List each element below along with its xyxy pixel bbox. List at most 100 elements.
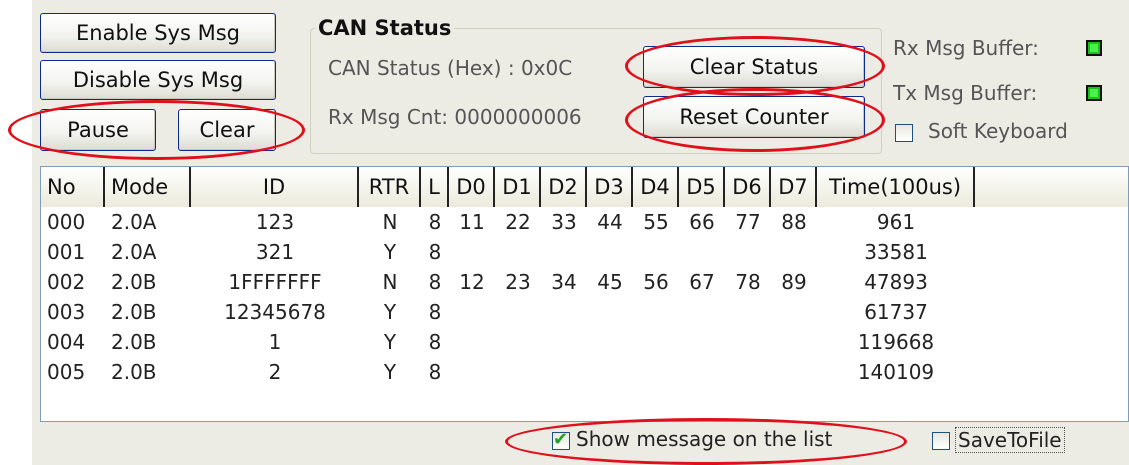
table-cell xyxy=(587,357,633,387)
table-cell xyxy=(771,297,817,327)
table-cell: 004 xyxy=(47,330,86,354)
table-cell xyxy=(541,327,587,357)
rx-buffer-label: Rx Msg Buffer: xyxy=(893,36,1039,60)
table-cell: 8 xyxy=(428,210,442,234)
table-cell: 8 xyxy=(428,360,442,384)
message-list-body: 000 2.0A 123 N 8 11 22 33 44 55 66 77 88 961 001 2.0A 32… xyxy=(41,207,1128,387)
table-cell: 2 xyxy=(268,360,282,384)
column-header-d7[interactable]: D7 xyxy=(771,167,817,207)
column-header-d4[interactable]: D4 xyxy=(633,167,679,207)
table-cell: 89 xyxy=(781,270,807,294)
table-cell xyxy=(725,297,771,327)
table-cell xyxy=(771,357,817,387)
table-cell: 33 xyxy=(551,210,577,234)
table-row[interactable]: 005 2.0B 2 Y 8 140109 xyxy=(41,357,1128,387)
table-cell: 8 xyxy=(428,240,442,264)
table-cell: 2.0B xyxy=(111,330,157,354)
table-cell xyxy=(541,357,587,387)
table-cell: 2.0B xyxy=(111,270,157,294)
message-list[interactable]: No Mode ID RTR L D0 D1 D2 D3 D4 D5 D6 D7 Time(100us) … xyxy=(40,166,1129,422)
column-header-d1[interactable]: D1 xyxy=(495,167,541,207)
column-header-d5[interactable]: D5 xyxy=(679,167,725,207)
table-cell xyxy=(725,327,771,357)
table-cell xyxy=(679,357,725,387)
table-cell: 47893 xyxy=(864,270,928,294)
show-message-label[interactable]: Show message on the list xyxy=(576,427,832,451)
column-header-no[interactable]: No xyxy=(41,167,105,207)
table-cell xyxy=(449,237,495,267)
tx-buffer-label: Tx Msg Buffer: xyxy=(893,81,1038,105)
table-cell: 77 xyxy=(735,210,761,234)
table-cell: 12 xyxy=(459,270,485,294)
table-cell xyxy=(449,297,495,327)
table-cell: 2.0B xyxy=(111,300,157,324)
table-cell: 119668 xyxy=(857,330,935,354)
can-status-hex-text: CAN Status (Hex) : 0x0C xyxy=(328,56,573,80)
table-cell xyxy=(679,237,725,267)
table-row[interactable]: 001 2.0A 321 Y 8 33581 xyxy=(41,237,1128,267)
table-cell: 56 xyxy=(643,270,669,294)
column-header-d2[interactable]: D2 xyxy=(541,167,587,207)
column-header-mode[interactable]: Mode xyxy=(105,167,191,207)
table-row[interactable]: 002 2.0B 1FFFFFFF N 8 12 23 34 45 56 67 78 89 47893 xyxy=(41,267,1128,297)
table-cell: 8 xyxy=(428,330,442,354)
table-cell: N xyxy=(382,210,398,234)
column-header-d0[interactable]: D0 xyxy=(449,167,495,207)
column-header-rtr[interactable]: RTR xyxy=(359,167,421,207)
column-header-l[interactable]: L xyxy=(421,167,449,207)
table-cell: Y xyxy=(383,360,397,384)
table-cell: 55 xyxy=(643,210,669,234)
show-message-checkbox[interactable]: ✔ xyxy=(552,429,570,450)
clear-status-button[interactable]: Clear Status xyxy=(643,46,865,88)
column-header-id[interactable]: ID xyxy=(191,167,359,207)
clear-button[interactable]: Clear xyxy=(178,109,276,151)
table-cell xyxy=(587,237,633,267)
table-cell: 22 xyxy=(505,210,531,234)
disable-sys-msg-button[interactable]: Disable Sys Msg xyxy=(40,60,276,100)
table-cell: 2.0A xyxy=(111,210,157,234)
table-cell xyxy=(771,237,817,267)
pause-button[interactable]: Pause xyxy=(40,109,156,151)
soft-keyboard-checkbox[interactable] xyxy=(895,124,913,142)
table-cell xyxy=(633,297,679,327)
table-cell: 45 xyxy=(597,270,623,294)
table-cell: 11 xyxy=(459,210,485,234)
table-cell: 140109 xyxy=(857,360,935,384)
table-cell: Y xyxy=(383,330,397,354)
table-cell xyxy=(633,357,679,387)
reset-counter-button[interactable]: Reset Counter xyxy=(643,96,865,138)
table-row[interactable]: 000 2.0A 123 N 8 11 22 33 44 55 66 77 88 961 xyxy=(41,207,1128,237)
table-cell xyxy=(541,297,587,327)
column-header-d6[interactable]: D6 xyxy=(725,167,771,207)
soft-keyboard-label[interactable]: Soft Keyboard xyxy=(928,119,1068,143)
rx-msg-cnt-text: Rx Msg Cnt: 0000000006 xyxy=(328,105,582,129)
table-cell: 66 xyxy=(689,210,715,234)
table-cell: 44 xyxy=(597,210,623,234)
column-header-d3[interactable]: D3 xyxy=(587,167,633,207)
save-to-file-checkbox[interactable]: ✔ xyxy=(932,432,950,450)
table-cell: 88 xyxy=(781,210,807,234)
table-cell xyxy=(495,237,541,267)
table-cell: 000 xyxy=(47,210,86,234)
table-cell: 33581 xyxy=(864,240,928,264)
table-cell xyxy=(633,237,679,267)
table-cell xyxy=(449,327,495,357)
save-to-file-label[interactable]: SaveToFile xyxy=(955,427,1065,453)
table-cell xyxy=(725,237,771,267)
table-cell xyxy=(633,327,679,357)
table-cell xyxy=(771,327,817,357)
table-cell xyxy=(679,327,725,357)
table-row[interactable]: 003 2.0B 12345678 Y 8 61737 xyxy=(41,297,1128,327)
table-cell: 321 xyxy=(255,240,295,264)
table-cell xyxy=(587,297,633,327)
message-list-header: No Mode ID RTR L D0 D1 D2 D3 D4 D5 D6 D7 Time(100us) xyxy=(41,167,1128,207)
table-cell: 2.0B xyxy=(111,360,157,384)
table-cell: Y xyxy=(383,240,397,264)
rx-buffer-led-icon xyxy=(1086,40,1102,56)
table-cell xyxy=(449,357,495,387)
enable-sys-msg-button[interactable]: Enable Sys Msg xyxy=(40,13,276,53)
table-cell: 1FFFFFFF xyxy=(228,270,322,294)
table-cell xyxy=(725,357,771,387)
column-header-time-100us[interactable]: Time(100us) xyxy=(817,167,975,207)
table-row[interactable]: 004 2.0B 1 Y 8 119668 xyxy=(41,327,1128,357)
